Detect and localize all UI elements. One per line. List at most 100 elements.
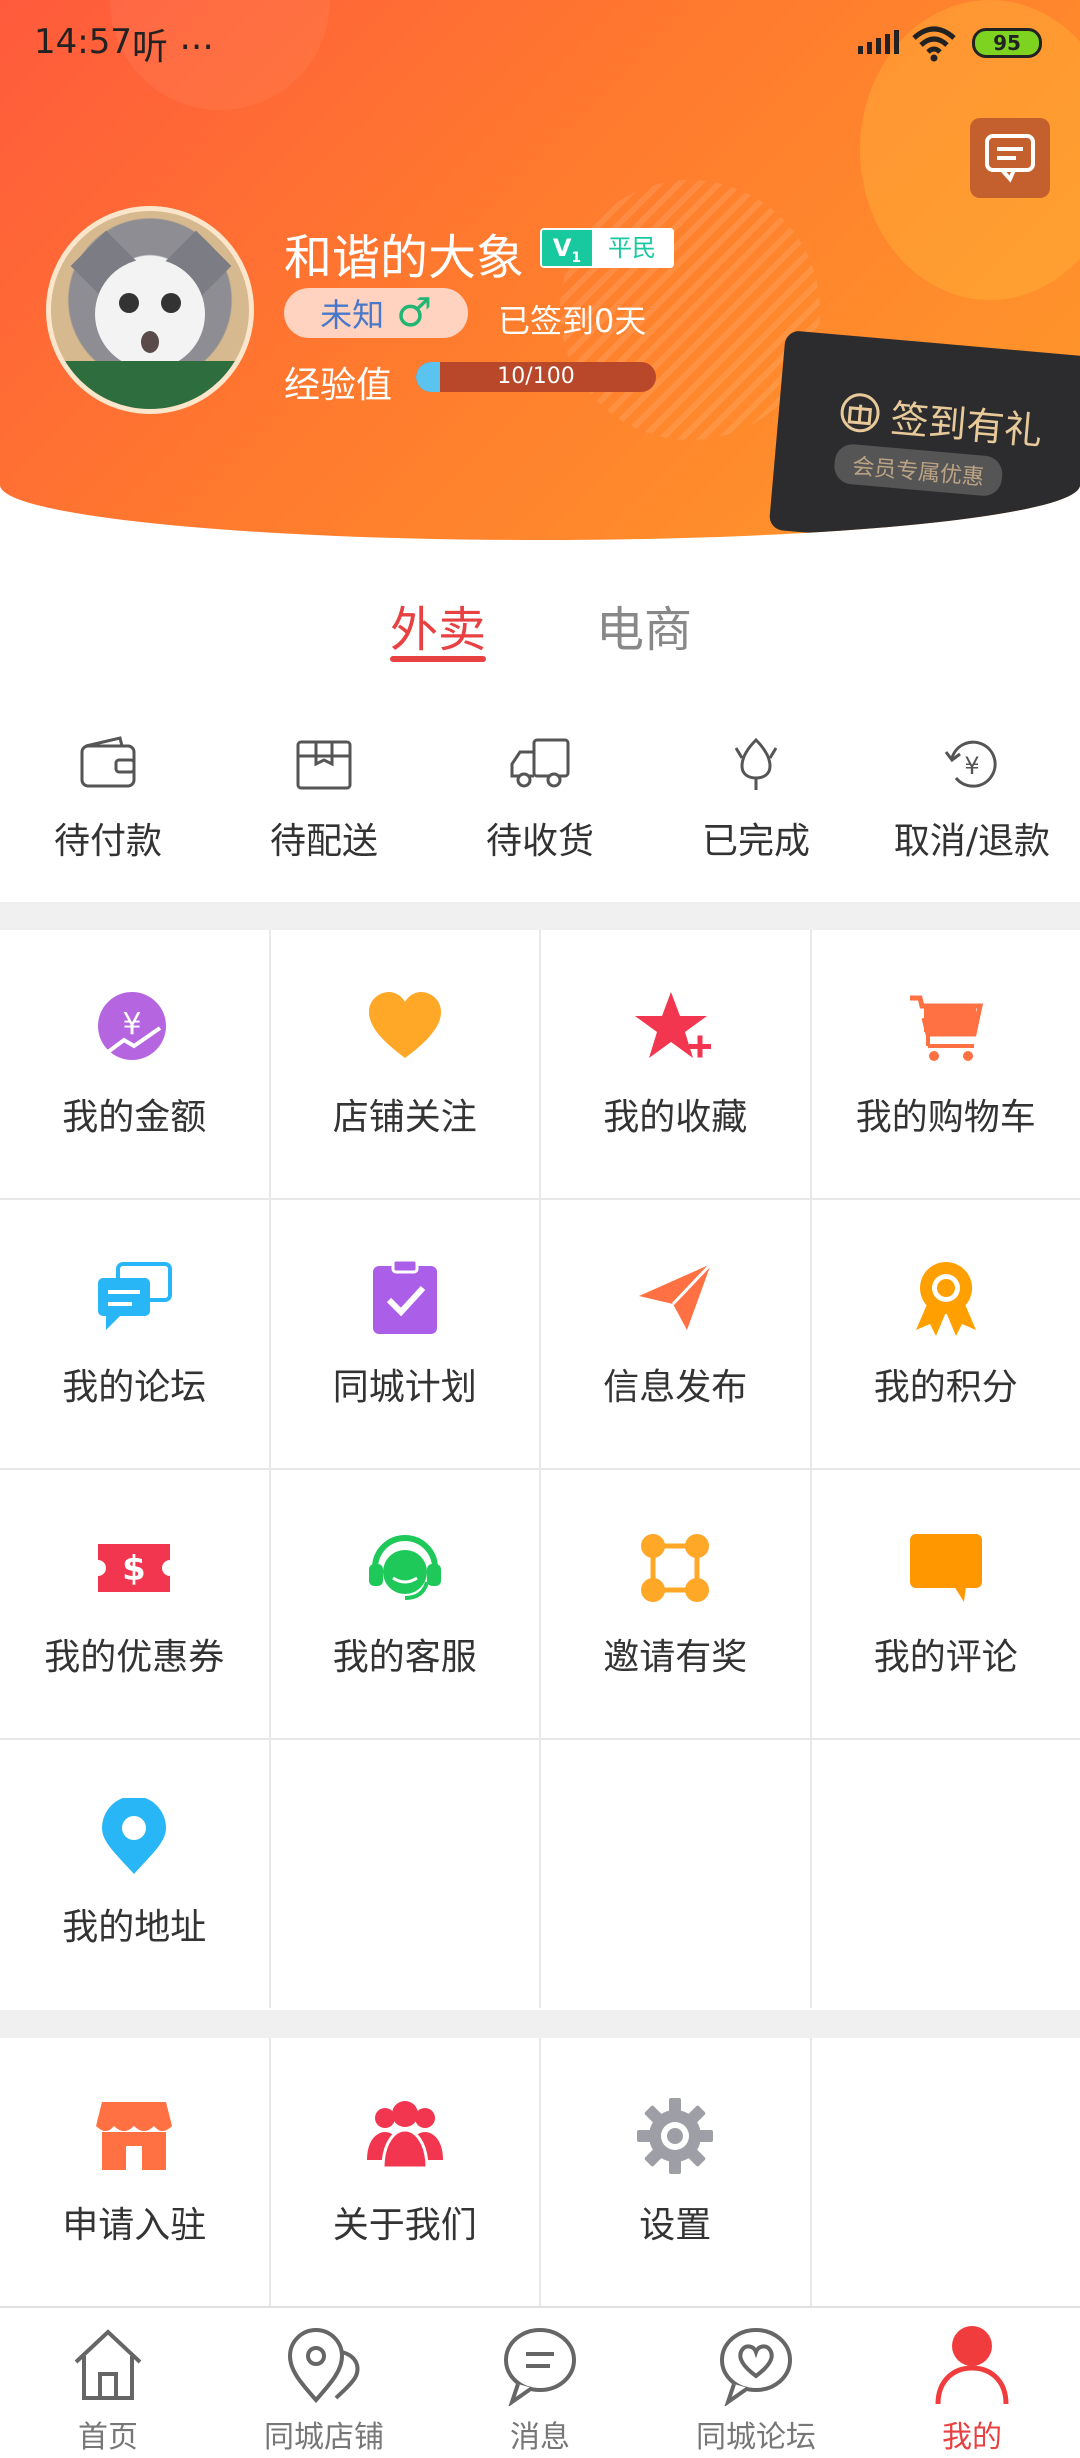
message-button[interactable] [970, 118, 1050, 198]
exp-progress-text: 10/100 [497, 364, 575, 389]
order-label: 取消/退款 [893, 821, 1051, 862]
feature-label: 我的评论 [873, 1637, 1018, 1678]
other-label: 设置 [639, 2205, 712, 2246]
vip-rank: 平民 [592, 230, 672, 266]
feature-cart[interactable]: 我的购物车 [811, 930, 1080, 1198]
tab-ecommerce[interactable]: 电商 [596, 590, 692, 660]
vip-level: V1 [542, 230, 592, 266]
empty-cell [811, 1740, 1080, 2008]
svg-text:¥: ¥ [964, 752, 979, 780]
order-pending-receipt[interactable]: 待收货 [432, 732, 648, 882]
settings-button[interactable]: 设置 [541, 2038, 810, 2306]
feature-label: 我的金额 [62, 1097, 207, 1138]
coupon-icon: $ [98, 1544, 171, 1592]
feature-label: 我的客服 [332, 1637, 477, 1678]
empty-cell [270, 1740, 539, 2008]
money-icon: ¥ [98, 992, 167, 1060]
feature-label: 信息发布 [603, 1367, 748, 1408]
username: 和谐的大象 [284, 230, 525, 286]
order-pending-payment[interactable]: 待付款 [0, 732, 216, 882]
apply-merchant-button[interactable]: 申请入驻 [0, 2038, 269, 2306]
comment-icon [909, 1534, 982, 1602]
nav-city-shops[interactable]: 同城店铺 [216, 2308, 432, 2458]
nav-home[interactable]: 首页 [0, 2308, 216, 2458]
other-label: 申请入驻 [62, 2205, 207, 2246]
feature-label: 我的优惠券 [44, 1637, 225, 1678]
forum-heart-icon [720, 2328, 792, 2406]
feature-post-info[interactable]: 信息发布 [541, 1200, 810, 1468]
heart-icon [368, 992, 441, 1058]
gender-text: 未知 [320, 296, 385, 334]
nav-messages[interactable]: 消息 [432, 2308, 648, 2458]
shop-icon [96, 2102, 173, 2170]
feature-comments[interactable]: 我的评论 [811, 1470, 1080, 1738]
order-label: 待配送 [269, 821, 378, 862]
feature-shop-follow[interactable]: 店铺关注 [270, 930, 539, 1198]
map-pin-icon [287, 2328, 360, 2404]
tab-takeout[interactable]: 外卖 [390, 590, 486, 660]
home-icon [74, 2329, 142, 2400]
wifi-icon [912, 26, 956, 62]
about-us-button[interactable]: 关于我们 [270, 2038, 539, 2306]
nav-label: 同城店铺 [264, 2420, 384, 2455]
exp-progress-bar: 10/100 [416, 362, 656, 392]
feature-points[interactable]: 我的积分 [811, 1200, 1080, 1468]
feature-label: 我的地址 [62, 1907, 207, 1948]
order-label: 待收货 [485, 821, 594, 862]
status-time: 14:57 [34, 22, 132, 62]
cart-icon [909, 995, 983, 1061]
nav-label: 首页 [78, 2420, 138, 2455]
feature-label: 我的收藏 [603, 1097, 748, 1138]
signal-icon [858, 30, 899, 54]
feature-label: 我的论坛 [62, 1367, 207, 1408]
status-bar: 14:57 听 ··· 95 [0, 0, 1080, 90]
nav-label: 消息 [510, 2420, 570, 2455]
tab-indicator [390, 656, 486, 662]
order-pending-delivery[interactable]: 待配送 [216, 732, 432, 882]
bottom-navigation: 首页 同城店铺 消息 同城论坛 我的 [0, 2306, 1080, 2458]
nav-mine[interactable]: 我的 [864, 2308, 1080, 2458]
order-refund[interactable]: ¥ 取消/退款 [864, 732, 1080, 882]
network-icon [641, 1534, 710, 1602]
feature-invite[interactable]: 邀请有奖 [541, 1470, 810, 1738]
feature-favorites[interactable]: 我的收藏 [541, 930, 810, 1198]
order-label: 已完成 [701, 821, 810, 862]
order-status-row: 待付款 待配送 待收货 已完成 ¥ 取消/退款 [0, 732, 1080, 882]
male-icon: ♂ [396, 290, 432, 336]
flower-icon [734, 737, 778, 790]
gift-icon [840, 392, 880, 432]
chat-icon [98, 1262, 173, 1330]
other-grid: 申请入驻 关于我们 设置 [0, 2038, 1080, 2306]
feature-city-plan[interactable]: 同城计划 [270, 1200, 539, 1468]
signin-days: 已签到0天 [498, 302, 647, 340]
empty-cell [541, 1740, 810, 2008]
battery-icon: 95 [972, 28, 1042, 58]
section-divider [0, 2010, 1080, 2038]
status-extra: 听 ··· [132, 27, 214, 68]
nav-label: 我的 [942, 2420, 1002, 2455]
feature-label: 我的购物车 [855, 1097, 1036, 1138]
feature-address[interactable]: 我的地址 [0, 1740, 269, 2008]
medal-icon [915, 1262, 976, 1336]
box-icon [296, 740, 352, 790]
feature-my-balance[interactable]: ¥ 我的金额 [0, 930, 269, 1198]
nav-city-forum[interactable]: 同城论坛 [648, 2308, 864, 2458]
exp-label: 经验值 [284, 365, 393, 406]
signin-reward-card[interactable]: 签到有礼 会员专属优惠 [768, 330, 1080, 540]
svg-text:$: $ [122, 1549, 146, 1589]
section-divider [0, 902, 1080, 930]
gear-icon [637, 2098, 714, 2174]
gender-badge: 未知 ♂ [284, 288, 468, 338]
vip-badge: V1 平民 [540, 228, 674, 268]
feature-customer-service[interactable]: 我的客服 [270, 1470, 539, 1738]
order-completed[interactable]: 已完成 [648, 732, 864, 882]
location-icon [102, 1798, 167, 1874]
feature-label: 邀请有奖 [603, 1637, 748, 1678]
feature-coupons[interactable]: $ 我的优惠券 [0, 1470, 269, 1738]
avatar[interactable] [46, 206, 254, 414]
feature-forum[interactable]: 我的论坛 [0, 1200, 269, 1468]
message-icon [504, 2328, 576, 2406]
category-tabs: 外卖 电商 [0, 590, 1080, 670]
clipboard-icon [372, 1258, 437, 1334]
profile-header: 14:57 听 ··· 95 和谐的大象 V1 平民 未知 ♂ 已签到0天 经验… [0, 0, 1080, 540]
